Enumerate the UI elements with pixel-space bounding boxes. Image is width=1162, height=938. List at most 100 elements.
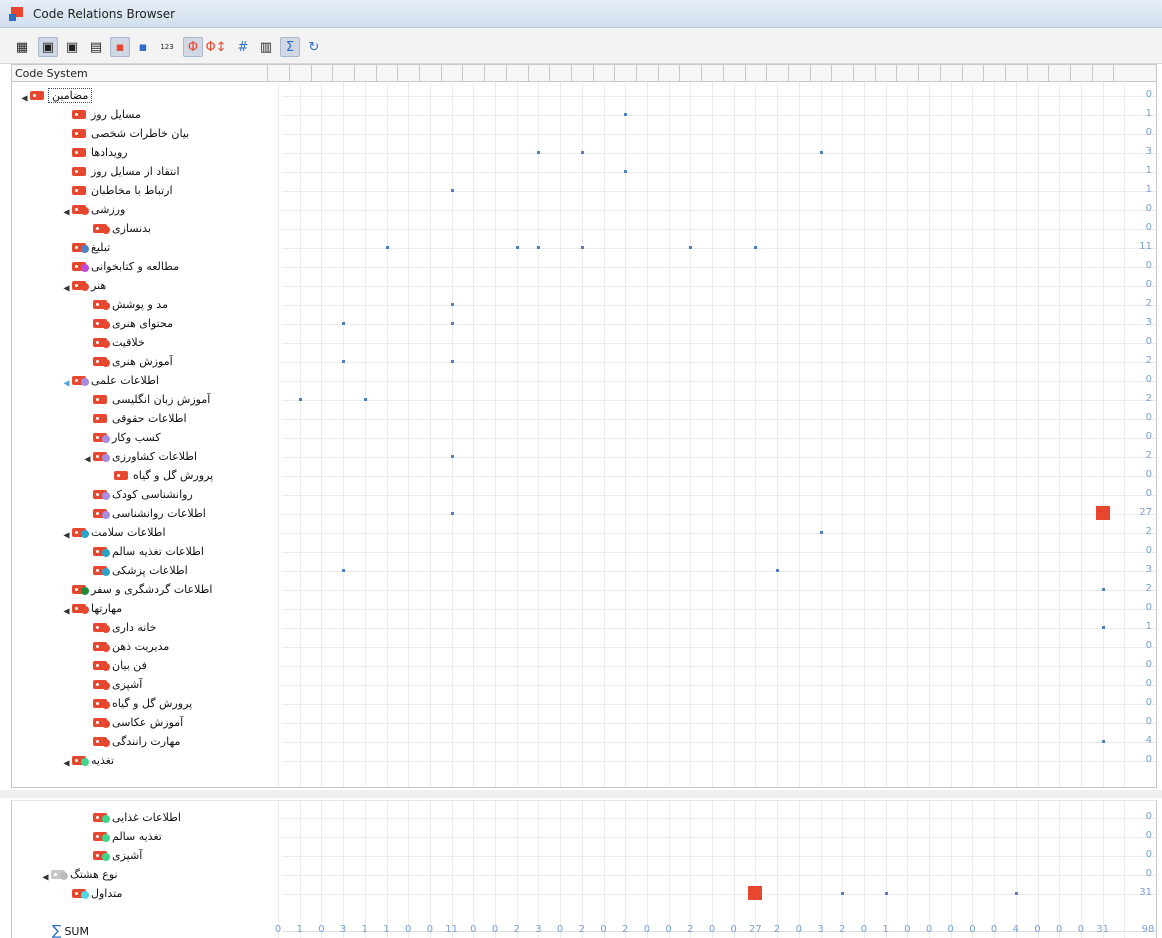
column-header-cell[interactable]	[896, 65, 898, 81]
code-node[interactable]: اطلاعات پزشکی	[81, 562, 188, 579]
code-row[interactable]: ▲ نوع هشتگ 0	[12, 865, 1156, 884]
code-row[interactable]: ▲ اطلاعات سلامت 2	[12, 523, 1156, 542]
code-node[interactable]: انتقاد از مسایل روز	[60, 163, 180, 180]
relation-marker[interactable]	[841, 892, 845, 895]
code-row[interactable]: مطالعه و کتابخوانی 0	[12, 257, 1156, 276]
relation-marker[interactable]	[776, 569, 780, 572]
relation-marker[interactable]	[363, 398, 367, 401]
relation-marker-large[interactable]	[748, 886, 763, 900]
relation-marker[interactable]	[1101, 626, 1105, 629]
code-row[interactable]: اطلاعات پزشکی 3	[12, 561, 1156, 580]
column-header-cell[interactable]	[874, 65, 876, 81]
column-header-cell[interactable]	[288, 65, 290, 81]
symbol-size-button[interactable]: ▪	[133, 37, 153, 57]
code-node[interactable]: اطلاعات گردشگری و سفر	[60, 581, 212, 598]
code-node[interactable]: محتوای هنری	[81, 315, 173, 332]
code-node[interactable]: آموزش زبان انگلیسی	[81, 391, 210, 408]
code-row[interactable]: مد و پوشش 2	[12, 295, 1156, 314]
code-node[interactable]: فن بیان	[81, 657, 147, 674]
column-header-cell[interactable]	[679, 65, 681, 81]
code-node[interactable]: آشپزی	[81, 847, 142, 864]
code-row[interactable]: اطلاعات روانشناسی 27	[12, 504, 1156, 523]
code-node[interactable]: ▲ مهارتها	[60, 600, 123, 617]
code-row[interactable]: ▲ اطلاعات علمی 0	[12, 371, 1156, 390]
expand-toggle-icon[interactable]: ▲	[83, 451, 92, 462]
code-node[interactable]: متداول	[60, 885, 122, 902]
code-node[interactable]: ▲ ورزشی	[60, 201, 126, 218]
column-header-cell[interactable]	[549, 65, 551, 81]
relation-marker[interactable]	[450, 360, 454, 363]
relation-marker[interactable]	[450, 455, 454, 458]
relation-marker[interactable]	[298, 398, 302, 401]
code-row[interactable]: ▲ اطلاعات کشاورزی 2	[12, 447, 1156, 466]
code-node[interactable]: پرورش گل و گیاه	[102, 467, 213, 484]
panel-splitter[interactable]	[0, 790, 1162, 798]
relation-marker[interactable]	[450, 512, 454, 515]
column-header-cell[interactable]	[527, 65, 529, 81]
code-row[interactable]: آشپزی 0	[12, 846, 1156, 865]
code-row[interactable]: رویدادها 3	[12, 143, 1156, 162]
sum-button[interactable]: Σ	[280, 37, 300, 57]
code-node[interactable]: ▲ تغذیه	[60, 752, 115, 769]
column-header-cell[interactable]	[1091, 65, 1093, 81]
code-row[interactable]: متداول 31	[12, 884, 1156, 903]
column-header-cell[interactable]	[1026, 65, 1028, 81]
columns-button[interactable]: ▥	[256, 37, 276, 57]
code-node[interactable]: ▲ اطلاعات سلامت	[60, 524, 166, 541]
code-row[interactable]: ارتباط با مخاطبان 1	[12, 181, 1156, 200]
column-header-cell[interactable]	[918, 65, 920, 81]
code-node[interactable]: آشپزی	[81, 676, 142, 693]
relation-marker[interactable]	[580, 151, 584, 154]
code-node[interactable]: پرورش گل و گیاه	[81, 695, 192, 712]
column-header-cell[interactable]	[722, 65, 724, 81]
relation-marker[interactable]	[342, 569, 346, 572]
column-header-cell[interactable]	[353, 65, 355, 81]
column-header-cell[interactable]	[332, 65, 334, 81]
code-node[interactable]: تغذیه سالم	[81, 828, 162, 845]
relation-marker[interactable]	[624, 170, 628, 173]
code-row[interactable]: بدنسازی 0	[12, 219, 1156, 238]
column-header-cell[interactable]	[1004, 65, 1006, 81]
code-node[interactable]: کسب وکار	[81, 429, 161, 446]
code-tree-panel-lower[interactable]: اطلاعات غذایی 0 تغذیه سالم 0 آشپزی 0 ▲ نوع هشتگ…	[11, 800, 1157, 938]
code-row[interactable]: آشپزی 0	[12, 675, 1156, 694]
column-header-cell[interactable]	[462, 65, 464, 81]
code-row[interactable]: آموزش زبان انگلیسی 2	[12, 390, 1156, 409]
code-node[interactable]: ▲ نوع هشتگ	[39, 866, 118, 883]
code-row[interactable]: آموزش هنری 2	[12, 352, 1156, 371]
code-row[interactable]: فن بیان 0	[12, 656, 1156, 675]
relation-marker[interactable]	[342, 322, 346, 325]
relation-marker[interactable]	[385, 246, 389, 249]
code-node[interactable]: مسایل روز	[60, 106, 141, 123]
code-row[interactable]: روانشناسی کودک 0	[12, 485, 1156, 504]
relation-marker[interactable]	[1014, 892, 1018, 895]
code-node[interactable]: بیان خاطرات شخصی	[60, 125, 189, 142]
relation-marker[interactable]	[537, 151, 541, 154]
layout-a-button[interactable]: ▣	[38, 37, 58, 57]
column-header-cell[interactable]	[614, 65, 616, 81]
code-row[interactable]: ▲ هنر 0	[12, 276, 1156, 295]
column-header-cell[interactable]	[484, 65, 486, 81]
column-header-cell[interactable]	[657, 65, 659, 81]
column-header-cell[interactable]	[744, 65, 746, 81]
code-row[interactable]: کسب وکار 0	[12, 428, 1156, 447]
table-view-button[interactable]: ▦	[12, 37, 32, 57]
code-row[interactable]: اطلاعات غذایی 0	[12, 808, 1156, 827]
column-header-cell[interactable]	[592, 65, 594, 81]
code-row[interactable]: اطلاعات گردشگری و سفر 2	[12, 580, 1156, 599]
column-header-cell[interactable]	[1113, 65, 1115, 81]
code-row[interactable]: مهارت رانندگی 4	[12, 732, 1156, 751]
code-node[interactable]: اطلاعات غذایی	[81, 809, 181, 826]
column-header-cell[interactable]	[570, 65, 572, 81]
code-node[interactable]: ارتباط با مخاطبان	[60, 182, 173, 199]
column-header-cell[interactable]	[983, 65, 985, 81]
code-row[interactable]: اطلاعات تغذیه سالم 0	[12, 542, 1156, 561]
expand-toggle-icon[interactable]: ▲	[62, 527, 71, 538]
relation-marker[interactable]	[624, 113, 628, 116]
numbers-button[interactable]: 123	[157, 37, 177, 57]
column-header-cell[interactable]	[440, 65, 442, 81]
code-node[interactable]: آموزش عکاسی	[81, 714, 183, 731]
code-node[interactable]: اطلاعات حقوقی	[81, 410, 187, 427]
expand-toggle-icon[interactable]: ▲	[20, 90, 29, 101]
relation-marker[interactable]	[450, 322, 454, 325]
